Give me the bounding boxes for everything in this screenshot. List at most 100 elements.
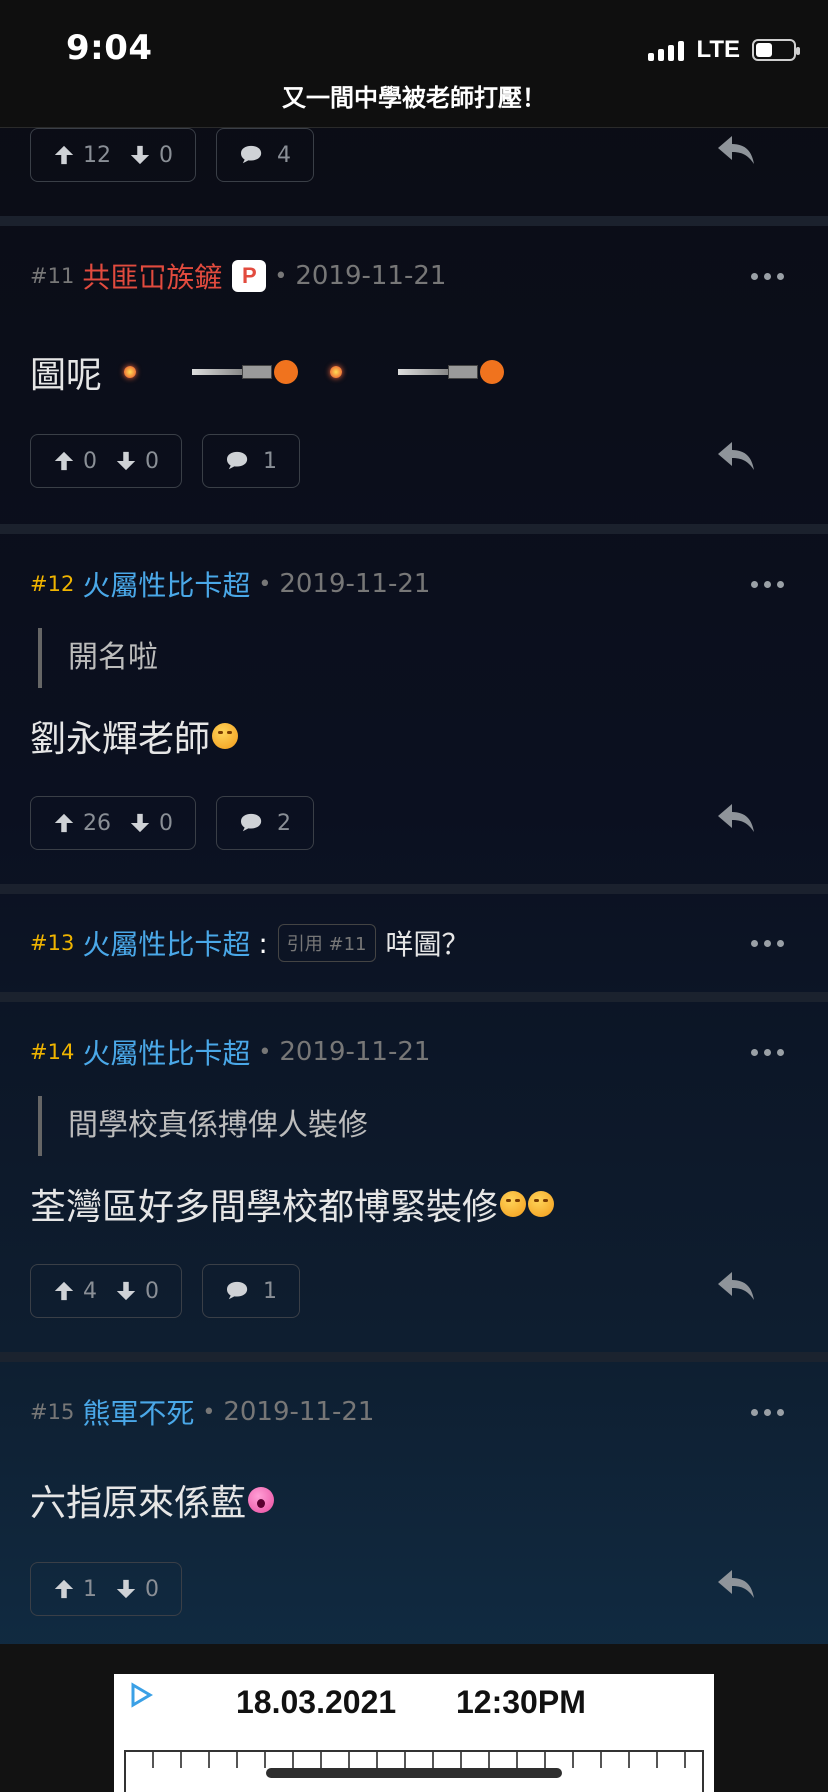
downvote-count: 0	[145, 1576, 159, 1602]
comment-icon	[241, 813, 262, 832]
more-icon[interactable]	[751, 1048, 784, 1056]
comment-button[interactable]: 2	[216, 796, 314, 850]
ad-time: 12:30PM	[456, 1684, 586, 1720]
spark-emoji-icon	[124, 366, 137, 378]
downvote-button[interactable]: 0	[129, 143, 173, 168]
comment-icon	[241, 145, 262, 164]
post-content: 六指原來係藍	[30, 1474, 798, 1526]
app-screen: 9:04 LTE 又一間中學被老師打壓！ 12 0 4 #11 共匪冚族鏟 P …	[0, 0, 828, 1792]
arrow-down-icon	[130, 813, 150, 833]
floor-number: #15	[30, 1400, 75, 1424]
reply-button[interactable]	[716, 1270, 756, 1308]
vote-box: 1 0	[30, 1562, 182, 1616]
reply-button[interactable]	[716, 802, 756, 840]
more-icon[interactable]	[751, 1408, 784, 1416]
floor-number: #11	[30, 264, 75, 288]
upvote-button[interactable]: 1	[53, 1577, 97, 1602]
downvote-button[interactable]: 0	[115, 1577, 159, 1602]
more-icon[interactable]	[751, 939, 784, 947]
post-date: 2019-11-21	[295, 261, 447, 291]
vote-box: 26 0	[30, 796, 196, 850]
battery-icon	[752, 39, 800, 61]
comment-button[interactable]: 4	[216, 128, 314, 182]
downvote-count: 0	[145, 1278, 159, 1304]
post-header: #13 火屬性比卡超 : 引用 #11 咩圖？	[30, 918, 798, 968]
upvote-count: 0	[83, 448, 97, 474]
post-content: 劉永輝老師	[30, 710, 798, 762]
post-date: 2019-11-21	[279, 1037, 431, 1067]
downvote-button[interactable]: 0	[115, 449, 159, 474]
upvote-button[interactable]: 4	[53, 1279, 97, 1304]
reply-icon	[718, 136, 754, 164]
reply-icon	[718, 804, 754, 832]
post-header: #12 火屬性比卡超 • 2019-11-21	[30, 562, 798, 606]
gun-emoji-icon	[398, 360, 508, 384]
post-divider	[0, 216, 828, 226]
comment-count: 1	[263, 448, 277, 474]
post-date: 2019-11-21	[279, 569, 431, 599]
downvote-count: 0	[145, 448, 159, 474]
post-list[interactable]: 12 0 4 #11 共匪冚族鏟 P • 2019-11-21 圖呢 0 0 1…	[0, 128, 828, 1644]
post-actions: 0 0 1	[30, 434, 798, 490]
downvote-button[interactable]: 0	[115, 1279, 159, 1304]
arrow-down-icon	[116, 1579, 136, 1599]
network-type: LTE	[696, 36, 740, 63]
reply-icon	[718, 1272, 754, 1300]
more-icon[interactable]	[751, 272, 784, 280]
post-13: #13 火屬性比卡超 : 引用 #11 咩圖？	[0, 918, 828, 968]
post-divider	[0, 992, 828, 1002]
status-indicators: LTE	[648, 36, 800, 64]
upvote-button[interactable]: 26	[53, 811, 111, 836]
post-divider	[0, 524, 828, 534]
comment-count: 2	[277, 810, 291, 836]
shocked-emoji-icon	[248, 1487, 275, 1513]
comment-button[interactable]: 1	[202, 434, 300, 488]
status-time: 9:04	[66, 28, 153, 68]
username[interactable]: 火屬性比卡超	[82, 1032, 250, 1072]
post-text: 劉永輝老師	[30, 719, 211, 760]
username[interactable]: 共匪冚族鏟	[82, 256, 222, 296]
separator-dot: •	[274, 263, 288, 289]
quoted-text[interactable]: 間學校真係搏俾人裝修	[38, 1096, 798, 1156]
more-icon[interactable]	[751, 580, 784, 588]
comment-button[interactable]: 1	[202, 1264, 300, 1318]
post-divider	[0, 884, 828, 894]
downvote-count: 0	[159, 142, 173, 168]
comment-count: 1	[263, 1278, 277, 1304]
upvote-count: 1	[83, 1576, 97, 1602]
arrow-down-icon	[116, 1281, 136, 1301]
separator-dot: •	[258, 571, 272, 597]
post-10: 12 0 4	[0, 128, 828, 184]
reply-button[interactable]	[716, 134, 756, 172]
top-bar: 9:04 LTE 又一間中學被老師打壓！	[0, 0, 828, 128]
comment-count: 4	[277, 142, 291, 168]
upvote-button[interactable]: 12	[53, 143, 111, 168]
quote-reference[interactable]: 引用 #11	[277, 924, 376, 962]
reply-button[interactable]	[716, 440, 756, 478]
ad-choices-icon[interactable]	[128, 1682, 154, 1712]
comment-icon	[227, 1281, 248, 1300]
upvote-button[interactable]: 0	[53, 449, 97, 474]
spark-emoji-icon	[330, 366, 343, 378]
username[interactable]: 火屬性比卡超	[82, 564, 250, 604]
reply-button[interactable]	[716, 1568, 756, 1606]
post-actions: 26 0 2	[30, 796, 798, 852]
user-badge: P	[232, 260, 267, 292]
downvote-button[interactable]: 0	[129, 811, 173, 836]
arrow-up-icon	[54, 451, 74, 471]
vote-box: 0 0	[30, 434, 182, 488]
post-text: 咩圖？	[385, 928, 470, 961]
quoted-text[interactable]: 開名啦	[38, 628, 798, 688]
downvote-count: 0	[159, 810, 173, 836]
gun-emoji-icon	[192, 360, 302, 384]
post-header: #14 火屬性比卡超 • 2019-11-21	[30, 1030, 798, 1074]
vote-box: 12 0	[30, 128, 196, 182]
reply-icon	[718, 442, 754, 470]
post-12: #12 火屬性比卡超 • 2019-11-21 開名啦 劉永輝老師 26 0 2	[0, 562, 828, 852]
home-indicator[interactable]	[266, 1768, 562, 1778]
username[interactable]: 熊軍不死	[82, 1392, 194, 1432]
username[interactable]: 火屬性比卡超	[82, 923, 250, 963]
floor-number: #14	[30, 1040, 75, 1064]
ad-date: 18.03.2021	[236, 1684, 397, 1720]
thread-title[interactable]: 又一間中學被老師打壓！	[0, 78, 828, 113]
